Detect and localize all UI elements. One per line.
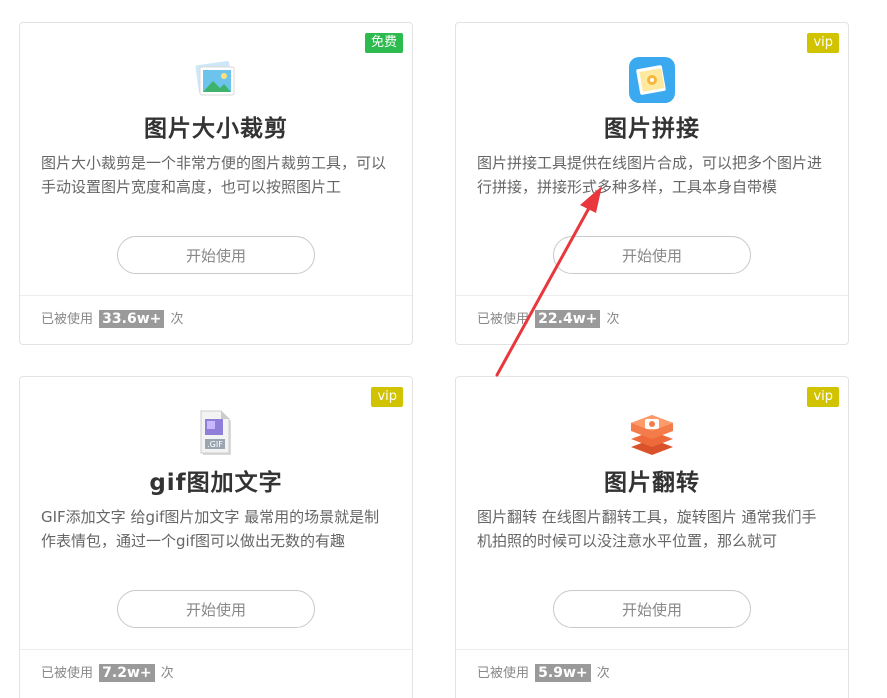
image-picture-icon: [191, 55, 241, 105]
image-flip-layers-icon: [627, 409, 677, 459]
usage-count: 22.4w+: [535, 310, 601, 328]
tool-description: GIF添加文字 给gif图片加文字 最常用的场景就是制作表情包，通过一个gif图…: [41, 508, 380, 550]
divider: [20, 649, 412, 650]
usage-stats: 已被使用 22.4w+ 次: [477, 310, 620, 330]
tool-card-image-stitch[interactable]: vip 图片拼接 图片拼接工具提供在线图片合成，可以把多个图片进行拼接，拼接形式…: [455, 22, 849, 345]
usage-stats: 已被使用 5.9w+ 次: [477, 664, 610, 684]
divider: [456, 295, 848, 296]
usage-prefix: 已被使用: [477, 666, 530, 681]
usage-suffix: 次: [606, 312, 620, 327]
vip-badge: vip: [807, 387, 839, 407]
gif-file-icon: .GIF: [191, 409, 241, 459]
tool-description: 图片翻转 在线图片翻转工具，旋转图片 通常我们手机拍照的时候可以没注意水平位置，…: [477, 508, 817, 550]
divider: [20, 295, 412, 296]
usage-suffix: 次: [596, 666, 610, 681]
tool-description: 图片大小裁剪是一个非常方便的图片裁剪工具，可以手动设置图片宽度和高度，也可以按照…: [41, 154, 387, 196]
free-badge: 免费: [364, 33, 403, 53]
tool-card-grid: 免费 图片大小裁剪 图片大小裁剪是一个非常方便的图片裁剪工具，可以手动设置图片宽…: [0, 0, 887, 698]
vip-badge: vip: [371, 387, 403, 407]
divider: [456, 649, 848, 650]
start-using-button[interactable]: 开始使用: [117, 236, 315, 274]
usage-count: 33.6w+: [99, 310, 165, 328]
tool-description: 图片拼接工具提供在线图片合成，可以把多个图片进行拼接，拼接形式多种多样，工具本身…: [477, 154, 823, 196]
tool-title: gif图加文字: [149, 470, 283, 496]
start-using-button[interactable]: 开始使用: [553, 590, 751, 628]
photo-collage-icon: [627, 55, 677, 105]
usage-suffix: 次: [170, 312, 184, 327]
tool-title: 图片翻转: [604, 470, 700, 496]
start-using-button[interactable]: 开始使用: [553, 236, 751, 274]
usage-stats: 已被使用 7.2w+ 次: [41, 664, 174, 684]
tool-card-image-crop[interactable]: 免费 图片大小裁剪 图片大小裁剪是一个非常方便的图片裁剪工具，可以手动设置图片宽…: [19, 22, 413, 345]
tool-card-gif-text[interactable]: vip .GIF gif图加文字 GIF添加文字 给gif图片加文字 最常用的场…: [19, 376, 413, 698]
tool-title: 图片大小裁剪: [144, 116, 288, 142]
tool-card-image-flip[interactable]: vip 图片翻转 图片翻转 在线图片翻转工具，旋转图片 通常我们手机拍照的时候可…: [455, 376, 849, 698]
usage-count: 7.2w+: [99, 664, 155, 682]
usage-prefix: 已被使用: [477, 312, 530, 327]
vip-badge: vip: [807, 33, 839, 53]
svg-text:.GIF: .GIF: [207, 440, 223, 449]
usage-prefix: 已被使用: [41, 666, 94, 681]
tool-title: 图片拼接: [604, 116, 700, 142]
usage-suffix: 次: [160, 666, 174, 681]
usage-stats: 已被使用 33.6w+ 次: [41, 310, 184, 330]
usage-prefix: 已被使用: [41, 312, 94, 327]
usage-count: 5.9w+: [535, 664, 591, 682]
start-using-button[interactable]: 开始使用: [117, 590, 315, 628]
